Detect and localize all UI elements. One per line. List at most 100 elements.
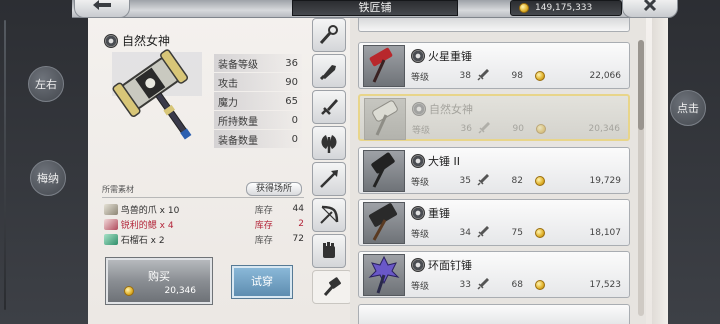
gear-icon — [411, 206, 425, 220]
item-name: 大锤 II — [428, 155, 460, 168]
stock-count: 44 — [292, 204, 304, 214]
item-stats: 等级 33 68 17,523 — [411, 277, 622, 292]
edge-line — [4, 20, 6, 310]
item-thumbnail — [363, 202, 405, 244]
item-name: 火星重锤 — [428, 50, 472, 63]
list-item[interactable]: 火星重锤 等级 38 98 22,066 — [358, 42, 630, 89]
stats-panel: 装备等级 36 攻击 90 魔力 65 所持数量 0 装备数量 0 — [214, 54, 302, 149]
hammer-icon — [323, 277, 341, 296]
level-value: 35 — [459, 176, 471, 186]
material-name: 锐利的鳃 x 4 — [120, 220, 174, 231]
price-value: 19,729 — [589, 176, 622, 186]
stock-label: 库存 — [254, 235, 273, 246]
buy-button[interactable]: 购买 20,346 — [105, 257, 213, 305]
tab-fist[interactable] — [312, 54, 346, 88]
arrow-left-icon — [92, 0, 112, 15]
scroll-thumb[interactable] — [638, 40, 644, 130]
price-value: 17,523 — [589, 280, 622, 290]
fist-icon — [319, 65, 336, 81]
list-item-partial[interactable] — [358, 18, 630, 32]
garnet-icon — [104, 233, 118, 245]
sword-icon — [477, 173, 491, 189]
tab-axe[interactable] — [312, 126, 346, 160]
stat-row: 所持数量 0 — [214, 111, 302, 129]
item-name: 自然女神 — [429, 103, 473, 116]
sword-icon — [321, 99, 338, 115]
list-item-selected[interactable]: 自然女神 等级 36 90 20,346 — [358, 94, 630, 141]
coin-icon — [535, 176, 545, 186]
stat-label: 攻击 — [218, 78, 238, 90]
back-button[interactable] — [74, 0, 130, 18]
level-label: 等级 — [411, 281, 430, 292]
close-x-icon — [643, 0, 657, 16]
stat-row: 装备数量 0 — [214, 130, 302, 148]
material-name: 石榴石 x 2 — [120, 235, 165, 246]
material-row: 锐利的鳃 x 4 库存 2 — [104, 217, 304, 231]
list-item[interactable]: 大锤 II 等级 35 82 19,729 — [358, 147, 630, 194]
stat-row: 攻击 90 — [214, 73, 302, 91]
stock-count: 2 — [298, 219, 304, 229]
attack-value: 75 — [511, 228, 523, 238]
hammer-image — [102, 48, 212, 148]
claw-icon — [104, 203, 118, 215]
bow-icon — [320, 205, 339, 224]
stat-row: 魔力 65 — [214, 92, 302, 110]
item-name: 重锤 — [428, 207, 450, 220]
coin-icon — [124, 286, 134, 296]
list-item[interactable]: 环面钉锤 等级 33 68 17,523 — [358, 251, 630, 298]
staff-icon — [319, 25, 338, 45]
level-label: 等级 — [411, 177, 430, 188]
coin-icon — [535, 228, 545, 238]
category-tabs — [312, 18, 352, 306]
attack-value: 82 — [511, 176, 523, 186]
left-top-button[interactable]: 左右 — [28, 66, 64, 102]
sword-icon — [477, 68, 491, 84]
buy-price: 20,346 — [164, 286, 197, 296]
item-stats: 等级 36 90 20,346 — [412, 121, 620, 136]
tab-hammer[interactable] — [312, 270, 352, 304]
list-item[interactable]: 重锤 等级 34 75 18,107 — [358, 199, 630, 246]
gear-icon — [104, 33, 118, 48]
material-row: 鸟兽的爪 x 10 库存 44 — [104, 202, 304, 216]
level-value: 33 — [459, 280, 471, 290]
item-title: 自然女神 — [412, 101, 473, 117]
source-location-button[interactable]: 获得场所 — [246, 182, 302, 196]
tab-bow[interactable] — [312, 198, 346, 232]
attack-value: 90 — [512, 124, 524, 134]
page-title: 铁匠铺 — [292, 0, 458, 16]
item-stats: 等级 38 98 22,066 — [411, 68, 621, 84]
axe-icon — [321, 135, 337, 153]
material-row: 石榴石 x 2 库存 72 — [104, 232, 304, 246]
right-tap-button[interactable]: 点击 — [670, 90, 706, 126]
try-on-button[interactable]: 试穿 — [231, 265, 293, 299]
list-scrollbar[interactable] — [638, 40, 644, 316]
level-value: 36 — [460, 124, 472, 134]
gill-icon — [104, 218, 118, 230]
list-item-partial[interactable] — [358, 304, 630, 324]
item-title: 重锤 — [411, 205, 450, 221]
stat-value: 0 — [291, 133, 298, 145]
tab-spear[interactable] — [312, 162, 346, 196]
tab-staff[interactable] — [312, 18, 346, 52]
item-stats: 等级 35 82 19,729 — [411, 173, 622, 189]
gear-icon — [411, 258, 425, 272]
item-thumbnail — [363, 45, 405, 87]
item-thumbnail — [364, 98, 406, 140]
tab-sword[interactable] — [312, 90, 346, 124]
material-name: 鸟兽的爪 x 10 — [120, 205, 180, 216]
gear-icon — [412, 102, 426, 116]
tab-gauntlet[interactable] — [312, 234, 346, 268]
stock-label: 库存 — [254, 205, 273, 216]
stock-count: 72 — [292, 234, 304, 244]
item-title: 环面钉锤 — [411, 257, 472, 273]
stat-label: 装备数量 — [218, 135, 258, 147]
price-value: 18,107 — [589, 228, 622, 238]
stat-label: 魔力 — [218, 97, 238, 109]
buy-label: 购买 — [148, 270, 170, 283]
left-bottom-button[interactable]: 梅纳 — [30, 160, 66, 196]
close-button[interactable] — [622, 0, 678, 18]
coin-icon — [519, 3, 529, 13]
spear-icon — [320, 170, 338, 188]
gold-amount: 149,175,333 — [535, 3, 593, 13]
gear-icon — [411, 154, 425, 168]
